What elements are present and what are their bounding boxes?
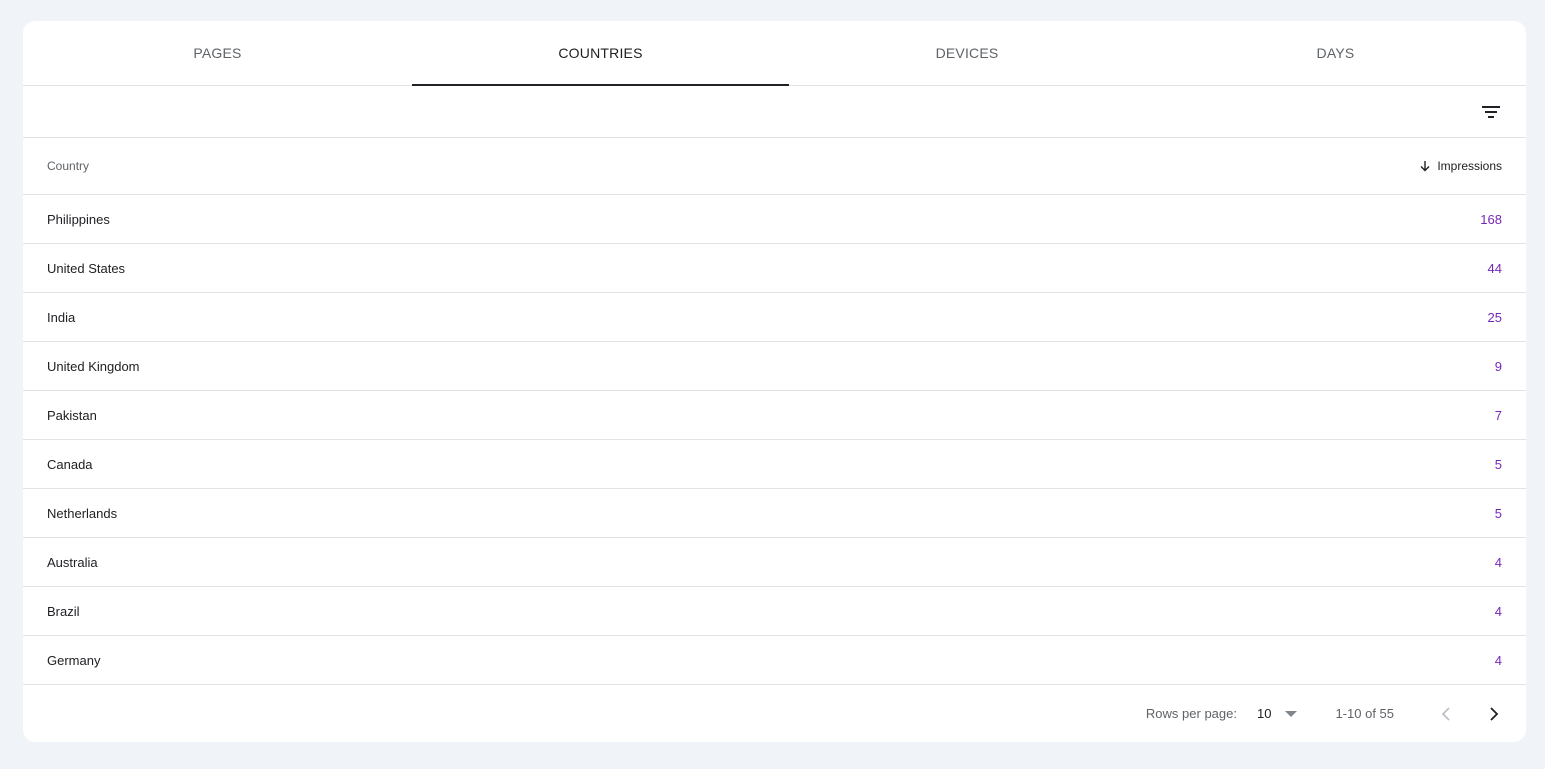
table-header: Country Impressions xyxy=(23,138,1526,195)
country-cell: Philippines xyxy=(47,211,110,227)
dropdown-arrow-icon xyxy=(1285,710,1298,717)
tab-pages[interactable]: PAGES xyxy=(23,21,412,85)
table-row[interactable]: Canada 5 xyxy=(23,440,1526,489)
country-cell: Brazil xyxy=(47,603,80,619)
country-cell: Germany xyxy=(47,652,101,668)
chevron-left-icon xyxy=(1441,706,1450,721)
pagination: Rows per page: 10 1-10 of 55 xyxy=(23,685,1526,742)
impressions-cell: 4 xyxy=(1494,603,1502,619)
table-row[interactable]: Germany 4 xyxy=(23,636,1526,685)
impressions-cell: 168 xyxy=(1480,211,1502,227)
country-cell: India xyxy=(47,309,76,325)
tab-countries[interactable]: COUNTRIES xyxy=(412,21,789,86)
table-body: Philippines 168 United States 44 India 2… xyxy=(23,195,1526,685)
next-page-button[interactable] xyxy=(1482,702,1506,726)
impressions-cell: 9 xyxy=(1494,358,1502,374)
table-row[interactable]: Netherlands 5 xyxy=(23,489,1526,538)
page-range: 1-10 of 55 xyxy=(1335,706,1394,721)
table-row[interactable]: Philippines 168 xyxy=(23,195,1526,244)
country-cell: United Kingdom xyxy=(47,358,140,374)
country-cell: Canada xyxy=(47,456,93,472)
tab-bar: PAGES COUNTRIES DEVICES DAYS xyxy=(23,21,1526,86)
filter-bar xyxy=(23,86,1526,138)
table-row[interactable]: India 25 xyxy=(23,293,1526,342)
impressions-cell: 25 xyxy=(1487,309,1502,325)
country-cell: Netherlands xyxy=(47,505,118,521)
rows-per-page-select[interactable]: 10 xyxy=(1256,706,1298,721)
filter-icon xyxy=(1482,106,1500,118)
column-header-country[interactable]: Country xyxy=(47,159,89,173)
rows-per-page-label: Rows per page: xyxy=(1145,706,1237,721)
tab-days[interactable]: DAYS xyxy=(1145,21,1526,85)
country-cell: Australia xyxy=(47,554,98,570)
rows-per-page-value: 10 xyxy=(1256,706,1272,721)
arrow-down-icon xyxy=(1420,161,1430,172)
country-cell: United States xyxy=(47,260,126,276)
performance-card: PAGES COUNTRIES DEVICES DAYS Country Imp… xyxy=(23,21,1526,742)
table-row[interactable]: United Kingdom 9 xyxy=(23,342,1526,391)
table-row[interactable]: Brazil 4 xyxy=(23,587,1526,636)
country-cell: Pakistan xyxy=(47,407,97,423)
impressions-cell: 4 xyxy=(1494,554,1502,570)
chevron-right-icon xyxy=(1490,706,1499,721)
impressions-cell: 5 xyxy=(1494,505,1502,521)
table-row[interactable]: Pakistan 7 xyxy=(23,391,1526,440)
filter-button[interactable] xyxy=(1476,97,1506,127)
impressions-cell: 44 xyxy=(1487,260,1502,276)
column-header-impressions[interactable]: Impressions xyxy=(1419,159,1502,173)
column-header-impressions-label: Impressions xyxy=(1437,159,1502,173)
previous-page-button[interactable] xyxy=(1434,702,1458,726)
impressions-cell: 5 xyxy=(1494,456,1502,472)
tab-devices[interactable]: DEVICES xyxy=(789,21,1145,85)
table-row[interactable]: Australia 4 xyxy=(23,538,1526,587)
impressions-cell: 4 xyxy=(1494,652,1502,668)
table-row[interactable]: United States 44 xyxy=(23,244,1526,293)
impressions-cell: 7 xyxy=(1494,407,1502,423)
